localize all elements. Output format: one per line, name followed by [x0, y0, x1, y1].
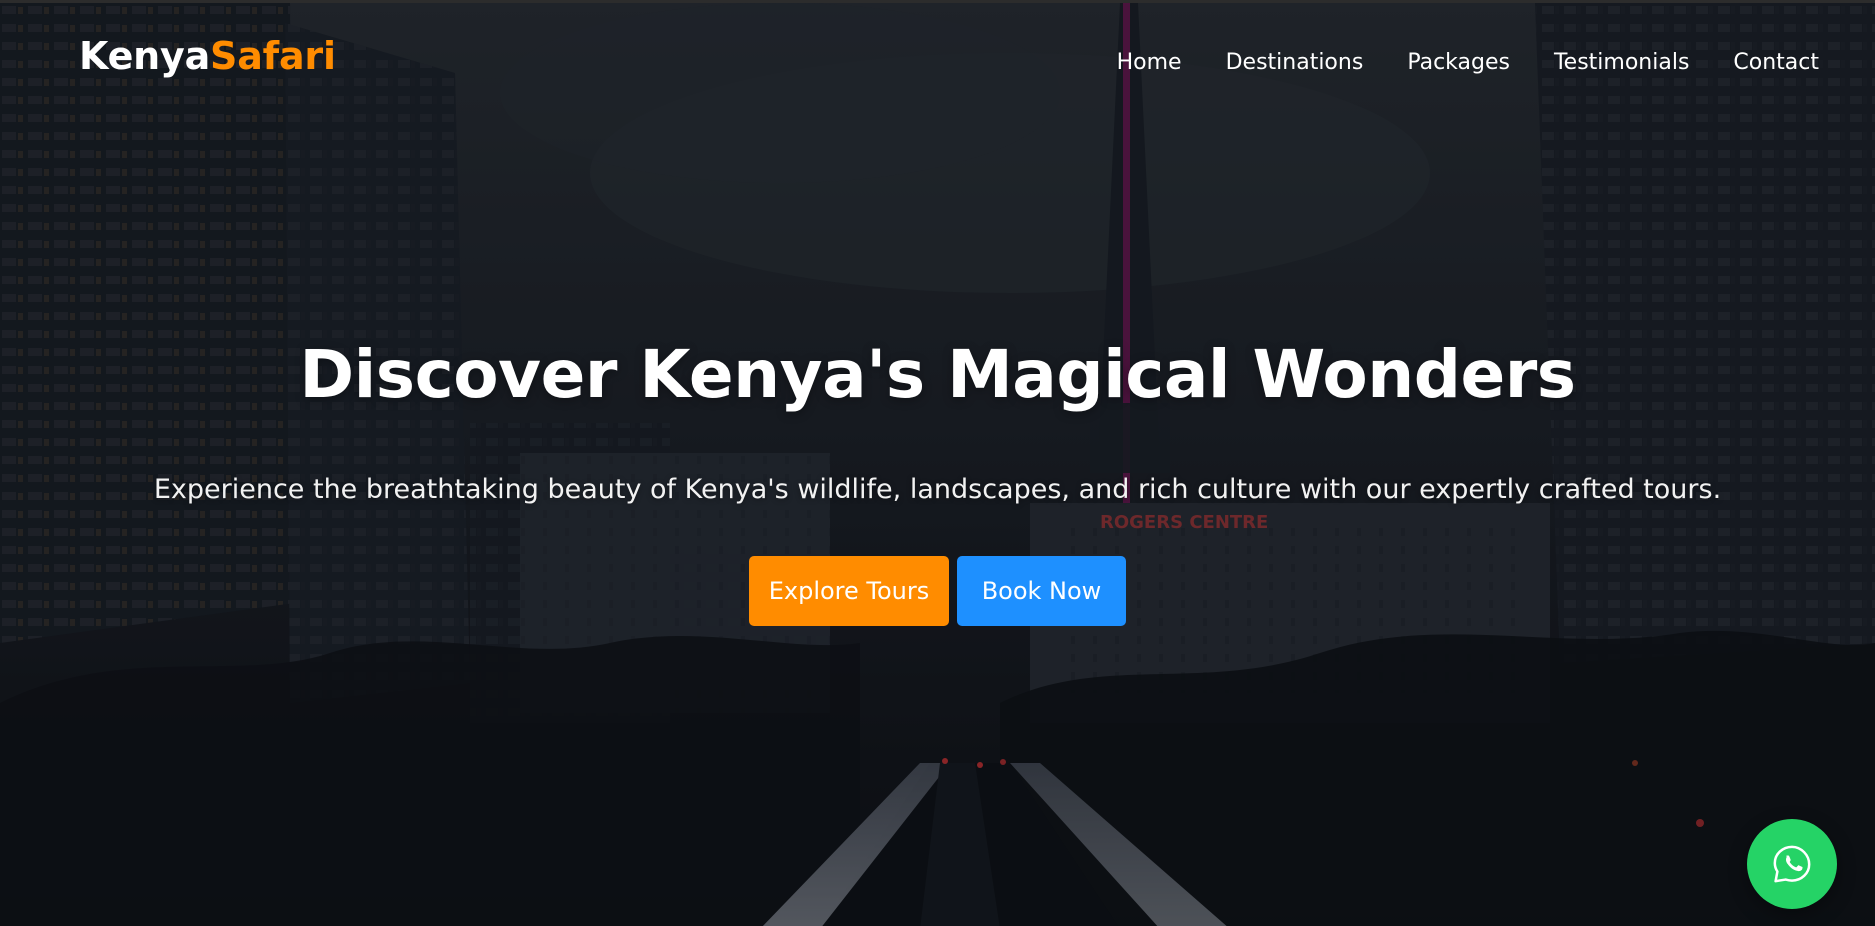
whatsapp-icon — [1773, 845, 1811, 883]
explore-tours-button[interactable]: Explore Tours — [749, 556, 949, 626]
hero-subtext: Experience the breathtaking beauty of Ke… — [153, 474, 1722, 505]
hero-cta-row: Explore Tours Book Now — [0, 556, 1875, 626]
book-now-button[interactable]: Book Now — [957, 556, 1126, 626]
hero-content: Discover Kenya's Magical Wonders Experie… — [0, 3, 1875, 926]
hero-section: ROGERS CENTRE KenyaSafari Home Destinati… — [0, 0, 1875, 926]
whatsapp-floating-button[interactable] — [1747, 819, 1837, 909]
hero-headline: Discover Kenya's Magical Wonders — [299, 336, 1576, 413]
